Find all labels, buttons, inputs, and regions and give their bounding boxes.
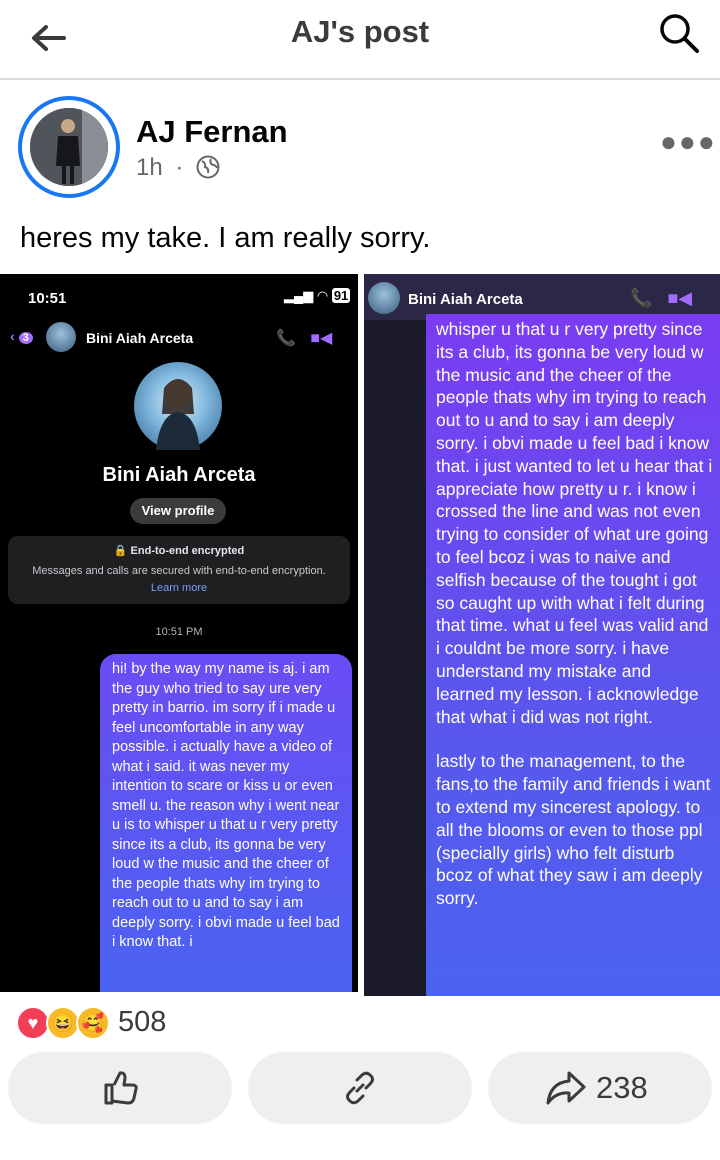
chat-header: ‹ 3 Bini Aiah Arceta 📞 ■◀: [10, 322, 350, 354]
author-name[interactable]: AJ Fernan: [136, 114, 288, 150]
contact-avatar: [368, 282, 400, 314]
post-time[interactable]: 1h: [136, 154, 163, 181]
page-title: AJ's post: [290, 14, 430, 49]
profile-name: Bini Aiah Arceta: [102, 464, 256, 486]
post-header: AJ Fernan 1h · ●●●: [18, 96, 718, 200]
phone-icon: 📞: [276, 330, 296, 347]
message-bubble: hi! by the way my name is aj. i am the g…: [100, 654, 352, 992]
more-options-icon[interactable]: ●●●: [660, 126, 717, 158]
encryption-notice: 🔒 End-to-end encrypted Messages and call…: [8, 536, 350, 604]
status-clock: 10:51: [28, 290, 67, 307]
contact-name: Bini Aiah Arceta: [86, 330, 194, 346]
care-reaction-icon: 🥰: [76, 1006, 110, 1040]
call-icons: 📞 ■◀: [630, 288, 692, 309]
screenshot-right[interactable]: Bini Aiah Arceta 📞 ■◀ whisper u that u r…: [364, 274, 720, 996]
post-caption: heres my take. I am really sorry.: [20, 222, 431, 254]
learn-more-link: Learn more: [150, 582, 208, 594]
link-icon: [346, 1071, 374, 1105]
phone-icon: 📞: [630, 288, 653, 308]
message-timestamp: 10:51 PM: [155, 626, 203, 638]
screenshot-left[interactable]: 10:51 ▂▄▆ ◠ 91 ‹ 3 Bini Aiah Arceta 📞 ■◀…: [0, 274, 358, 992]
top-bar: AJ's post: [0, 0, 720, 80]
globe-icon: [196, 155, 220, 179]
message-bubble: whisper u that u r very pretty since its…: [426, 314, 720, 996]
search-icon[interactable]: [656, 10, 702, 56]
share-button[interactable]: 238: [488, 1052, 712, 1124]
contact-name: Bini Aiah Arceta: [408, 291, 523, 308]
story-ring[interactable]: [18, 96, 120, 198]
copy-link-button[interactable]: [248, 1052, 472, 1124]
message-paragraph-1: whisper u that u r very pretty since its…: [436, 319, 713, 727]
battery-icon: 91: [331, 288, 351, 303]
avatar: [30, 108, 108, 186]
video-icon: ■◀: [667, 288, 693, 308]
action-bar: 238: [0, 1052, 720, 1126]
signal-icon: ▂▄▆: [284, 288, 314, 303]
meta-separator: ·: [175, 154, 184, 181]
e2e-title: End-to-end encrypted: [130, 545, 245, 557]
post-meta: 1h ·: [136, 154, 220, 182]
share-count: 238: [596, 1070, 648, 1105]
like-icon: [104, 1071, 138, 1105]
contact-avatar: [46, 322, 76, 352]
video-icon: ■◀: [310, 330, 333, 347]
status-icons: ▂▄▆ ◠ 91: [284, 288, 351, 304]
wifi-icon: ◠: [316, 288, 329, 303]
love-reaction-icon: ♥: [16, 1006, 50, 1040]
call-icons: 📞 ■◀: [276, 328, 332, 348]
share-icon: [546, 1071, 586, 1105]
reaction-count[interactable]: 508: [118, 1006, 166, 1039]
haha-reaction-icon: 😆: [46, 1006, 80, 1040]
like-button[interactable]: [8, 1052, 232, 1124]
message-paragraph-2: lastly to the management, to the fans,to…: [436, 751, 711, 909]
lock-icon: 🔒: [113, 545, 128, 557]
post-images[interactable]: 10:51 ▂▄▆ ◠ 91 ‹ 3 Bini Aiah Arceta 📞 ■◀…: [0, 274, 720, 996]
e2e-body: Messages and calls are secured with end-…: [32, 565, 326, 577]
back-unread-badge[interactable]: ‹ 3: [10, 328, 33, 344]
view-profile-button: View profile: [130, 498, 226, 524]
profile-avatar: [134, 362, 222, 450]
reaction-icons: ♥ 😆 🥰: [16, 1006, 116, 1040]
